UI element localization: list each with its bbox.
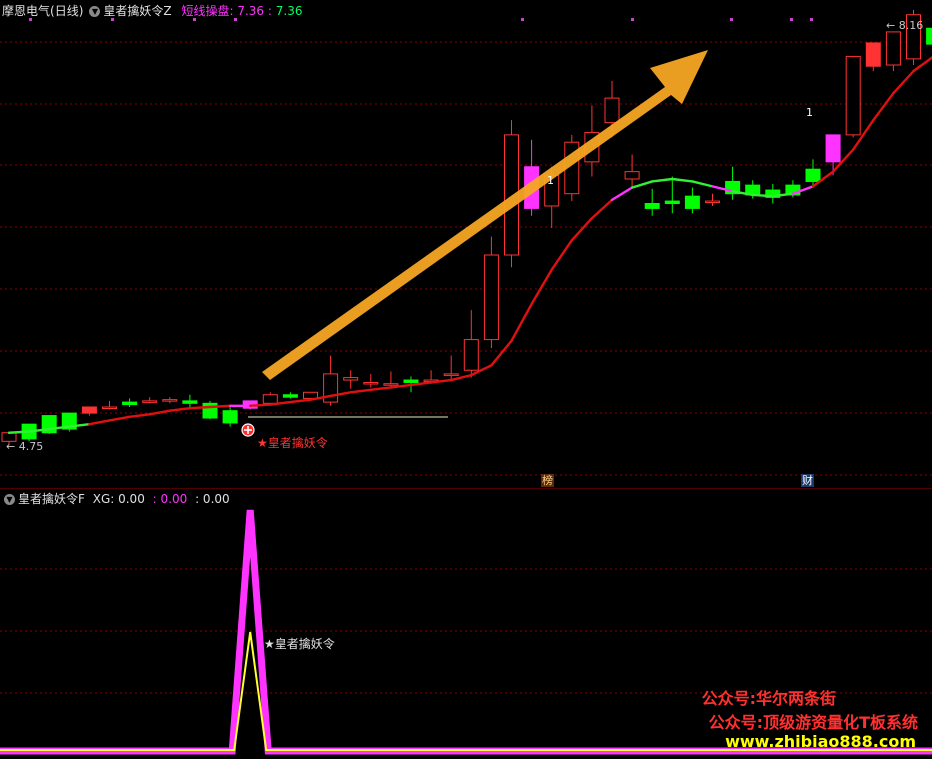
candlestick-chart[interactable] <box>0 0 932 489</box>
ma-segment <box>892 69 915 95</box>
ma-segment <box>369 386 393 392</box>
ma-segment <box>188 405 212 410</box>
ma-segment <box>691 180 714 188</box>
price-low-label: ← 4.75 <box>6 440 44 453</box>
candle[interactable] <box>524 139 540 216</box>
ma-segment <box>590 198 614 220</box>
candle[interactable] <box>926 0 932 52</box>
candle[interactable] <box>142 397 158 404</box>
candle[interactable] <box>343 370 359 389</box>
candle-number-1: 1 <box>547 174 554 187</box>
sub-value-2: : 0.00 <box>152 492 188 506</box>
candle[interactable] <box>61 412 77 432</box>
xg-label: XG: 0.00 <box>92 492 145 506</box>
candle-number-2: 1 <box>806 106 813 119</box>
watermark-line-3: www.zhibiao888.com <box>725 732 916 751</box>
ma-segment <box>208 404 232 409</box>
ma-segment <box>751 193 774 198</box>
sub-header: ▼ 皇者擒妖令F XG: 0.00 : 0.00 : 0.00 <box>2 490 230 508</box>
marker-dot <box>790 18 793 21</box>
line-value: 7.36 <box>237 4 265 18</box>
badge-finance[interactable]: 财 <box>801 474 814 487</box>
ma-segment <box>570 217 594 242</box>
ma-segment <box>610 186 634 202</box>
main-chart-panel[interactable]: 摩恩电气(日线) ▼ 皇者擒妖令Z 短线操盘: 7.36 : 7.36 ← 8.16… <box>0 0 932 489</box>
line-label: 短线操盘 <box>181 4 230 18</box>
ma-segment <box>248 403 272 407</box>
chevron-down-icon[interactable]: ▼ <box>4 494 15 505</box>
candle[interactable] <box>725 166 741 200</box>
candle[interactable] <box>483 236 499 349</box>
ma-segment <box>349 388 372 394</box>
candle[interactable] <box>102 400 117 410</box>
main-header: 摩恩电气(日线) ▼ 皇者擒妖令Z 短线操盘: 7.36 : 7.36 <box>2 2 303 20</box>
indicator-sub-panel[interactable]: ▼ 皇者擒妖令F XG: 0.00 : 0.00 : 0.00 ★皇者擒妖令 公众… <box>0 490 932 759</box>
ma-segment <box>88 419 111 426</box>
candle[interactable] <box>705 193 720 206</box>
candle[interactable] <box>624 154 640 189</box>
candle[interactable] <box>825 134 841 176</box>
candle[interactable] <box>282 392 298 399</box>
candle[interactable] <box>443 355 459 381</box>
candle[interactable] <box>644 188 660 216</box>
candle[interactable] <box>684 187 700 214</box>
ma-segment <box>550 239 573 271</box>
indicator-name[interactable]: 皇者擒妖令Z <box>103 2 171 20</box>
sub-value-3: : 0.00 <box>195 492 230 506</box>
candle[interactable] <box>765 183 781 204</box>
ma-segment <box>671 177 694 183</box>
signal-label: ★皇者擒妖令 <box>257 436 328 450</box>
ma-segment <box>108 415 131 422</box>
candle[interactable] <box>845 55 861 138</box>
badge-list[interactable]: 榜 <box>541 474 554 487</box>
candle[interactable] <box>664 176 680 214</box>
candle[interactable] <box>885 31 901 72</box>
chevron-down-icon[interactable]: ▼ <box>89 6 101 17</box>
marker-dot <box>730 18 733 21</box>
marker-dot <box>810 18 813 21</box>
ma-segment <box>872 91 895 122</box>
candle[interactable] <box>463 310 479 378</box>
watermark-line-2: 公众号:顶级游资量化T板系统 <box>708 713 918 732</box>
candle[interactable] <box>202 400 218 420</box>
ma-segment <box>510 302 533 343</box>
candle[interactable] <box>182 394 198 409</box>
marker-dot <box>631 18 634 21</box>
stock-name[interactable]: 摩恩电气 <box>2 2 50 20</box>
candle[interactable] <box>222 407 238 427</box>
ma-segment <box>530 268 553 306</box>
ma-segment <box>630 180 654 189</box>
candle[interactable] <box>122 398 138 407</box>
candle[interactable] <box>363 373 379 388</box>
candle[interactable] <box>323 355 339 406</box>
marker-dot <box>521 18 524 21</box>
candle[interactable] <box>81 406 97 416</box>
ma-segment <box>168 407 192 412</box>
ma-segment <box>289 398 312 404</box>
candle[interactable] <box>162 397 178 404</box>
line-value-2: 7.36 <box>275 4 303 18</box>
ma-segment <box>7 430 31 434</box>
candle[interactable] <box>865 42 881 72</box>
period-label: (日线) <box>50 4 84 18</box>
candle[interactable] <box>41 415 57 434</box>
ma-segment <box>490 339 513 367</box>
sub-signal-label: ★皇者擒妖令 <box>264 637 335 651</box>
sub-indicator-name[interactable]: 皇者擒妖令F <box>18 490 85 508</box>
ma-segment <box>128 413 151 419</box>
ma-segment <box>651 177 674 183</box>
watermark-line-1: 公众号:华尔两条街 <box>701 689 836 708</box>
price-high-label: ← 8.16 <box>886 19 924 32</box>
